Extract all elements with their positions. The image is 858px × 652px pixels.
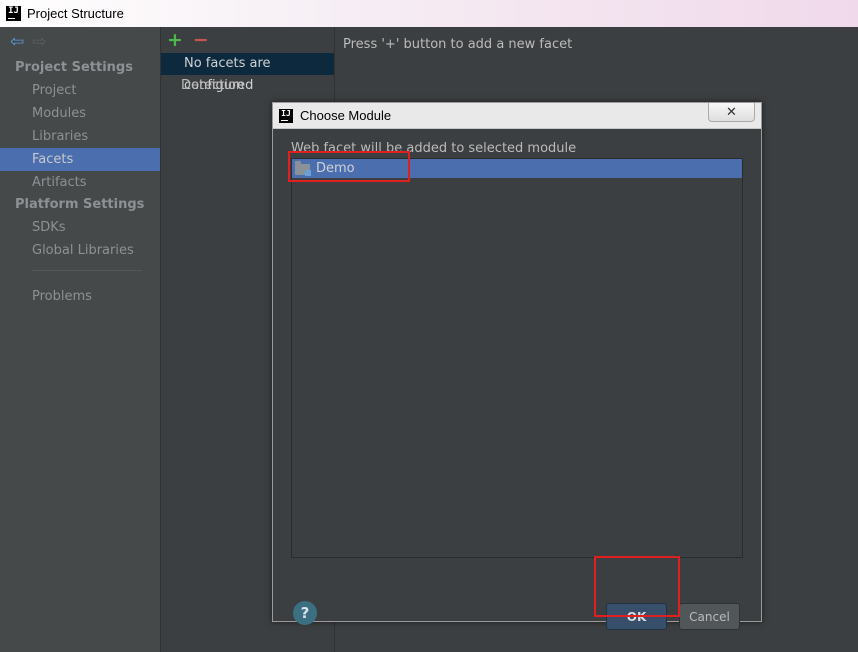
nav-item-libraries[interactable]: Libraries <box>0 125 160 148</box>
close-icon: ✕ <box>726 104 737 120</box>
cancel-button[interactable]: Cancel <box>679 603 740 630</box>
forward-arrow-icon[interactable]: ⇨ <box>32 33 46 51</box>
facets-toolbar: + − <box>161 27 334 53</box>
nav-item-global-libraries[interactable]: Global Libraries <box>0 239 160 262</box>
nav-item-project[interactable]: Project <box>0 79 160 102</box>
facets-empty-row[interactable]: No facets are configured <box>161 53 334 93</box>
dialog-body: Web facet will be added to selected modu… <box>273 129 761 630</box>
nav-item-sdks[interactable]: SDKs <box>0 216 160 239</box>
dialog-title: Choose Module <box>300 108 392 123</box>
nav-item-problems[interactable]: Problems <box>0 285 160 308</box>
dialog-close-button[interactable]: ✕ <box>708 103 755 122</box>
intellij-logo-icon: IJ <box>6 6 21 21</box>
nav-section-platform-settings: Platform Settings <box>15 197 145 212</box>
nav-section-project-settings: Project Settings <box>15 60 133 75</box>
nav-divider <box>32 270 142 271</box>
help-icon: ? <box>300 604 310 622</box>
nav-item-artifacts[interactable]: Artifacts <box>0 171 160 194</box>
add-facet-hint: Press '+' button to add a new facet <box>343 37 573 52</box>
help-button[interactable]: ? <box>293 601 317 625</box>
remove-facet-icon[interactable]: − <box>193 30 209 50</box>
highlight-ok-button <box>594 556 680 617</box>
module-list[interactable]: Demo <box>291 158 743 558</box>
add-facet-icon[interactable]: + <box>167 30 183 50</box>
settings-nav: ⇦ ⇨ Project Settings Project Modules Lib… <box>0 27 161 652</box>
window-title: Project Structure <box>27 6 124 21</box>
nav-history: ⇦ ⇨ <box>0 27 160 57</box>
nav-item-modules[interactable]: Modules <box>0 102 160 125</box>
dialog-titlebar: IJ Choose Module ✕ <box>273 103 761 129</box>
dialog-intellij-logo-icon: IJ <box>279 108 293 123</box>
window-titlebar: IJ Project Structure <box>0 0 858 27</box>
nav-item-facets[interactable]: Facets <box>0 148 160 171</box>
highlight-demo-module <box>288 151 410 182</box>
back-arrow-icon[interactable]: ⇦ <box>10 33 24 51</box>
